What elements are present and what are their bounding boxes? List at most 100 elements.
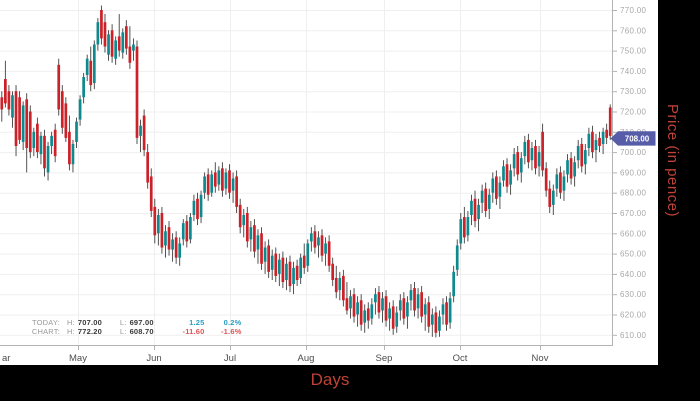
candle[interactable] xyxy=(424,304,427,314)
candle[interactable] xyxy=(185,221,188,241)
candle[interactable] xyxy=(253,225,256,251)
candle[interactable] xyxy=(513,154,516,168)
candle[interactable] xyxy=(406,302,409,316)
candle[interactable] xyxy=(534,146,537,168)
candle[interactable] xyxy=(438,317,441,331)
candle[interactable] xyxy=(111,30,114,56)
candle[interactable] xyxy=(196,199,199,219)
candle[interactable] xyxy=(282,258,285,282)
candle[interactable] xyxy=(168,227,171,249)
candle[interactable] xyxy=(207,174,210,194)
candle[interactable] xyxy=(242,215,245,225)
candle[interactable] xyxy=(153,207,156,235)
candle[interactable] xyxy=(43,136,46,168)
candle[interactable] xyxy=(100,10,103,38)
candle[interactable] xyxy=(8,91,11,109)
candle[interactable] xyxy=(203,176,206,192)
candle[interactable] xyxy=(470,201,473,215)
candle[interactable] xyxy=(50,136,53,146)
candle[interactable] xyxy=(456,245,459,269)
candle[interactable] xyxy=(502,166,505,180)
candle[interactable] xyxy=(442,304,445,314)
candle[interactable] xyxy=(32,132,35,148)
candle[interactable] xyxy=(484,189,487,211)
candle[interactable] xyxy=(566,160,569,174)
candle[interactable] xyxy=(225,172,228,188)
candle[interactable] xyxy=(132,45,135,51)
candle[interactable] xyxy=(395,312,398,326)
candle[interactable] xyxy=(595,140,598,150)
candle[interactable] xyxy=(463,217,466,237)
candlestick-chart[interactable]: 610.00620.00630.00640.00650.00660.00670.… xyxy=(0,0,700,401)
candle[interactable] xyxy=(89,61,92,85)
candle[interactable] xyxy=(541,132,544,171)
candle[interactable] xyxy=(267,245,270,271)
candle[interactable] xyxy=(413,288,416,310)
candle[interactable] xyxy=(516,152,519,174)
candle[interactable] xyxy=(285,264,288,280)
candle[interactable] xyxy=(449,298,452,322)
candle[interactable] xyxy=(477,205,480,219)
candle[interactable] xyxy=(86,59,89,75)
candle[interactable] xyxy=(427,302,430,326)
candle[interactable] xyxy=(64,103,67,138)
candle[interactable] xyxy=(36,124,39,152)
candle[interactable] xyxy=(47,146,50,172)
candle[interactable] xyxy=(57,65,60,110)
candle[interactable] xyxy=(299,258,302,278)
candle[interactable] xyxy=(481,191,484,203)
candle[interactable] xyxy=(11,95,14,117)
candle[interactable] xyxy=(314,231,317,247)
candle[interactable] xyxy=(214,172,217,186)
candle[interactable] xyxy=(363,310,366,322)
candle[interactable] xyxy=(420,292,423,316)
candle[interactable] xyxy=(146,152,149,182)
candle[interactable] xyxy=(527,140,530,162)
candle[interactable] xyxy=(232,178,235,190)
candle[interactable] xyxy=(342,276,345,300)
candle[interactable] xyxy=(260,233,263,263)
candle[interactable] xyxy=(68,132,71,164)
candle[interactable] xyxy=(114,40,117,58)
candle[interactable] xyxy=(250,227,253,239)
candle[interactable] xyxy=(410,290,413,300)
candle[interactable] xyxy=(189,217,192,239)
candle[interactable] xyxy=(317,237,320,245)
candle[interactable] xyxy=(324,243,327,253)
candle[interactable] xyxy=(559,172,562,192)
candle[interactable] xyxy=(488,195,491,209)
candle[interactable] xyxy=(107,34,110,54)
candle[interactable] xyxy=(509,170,512,184)
candle[interactable] xyxy=(370,304,373,318)
candle[interactable] xyxy=(129,47,132,63)
candle[interactable] xyxy=(278,260,281,274)
candle[interactable] xyxy=(385,296,388,320)
candle[interactable] xyxy=(598,138,601,146)
candle[interactable] xyxy=(54,130,57,156)
candle[interactable] xyxy=(399,300,402,310)
candle[interactable] xyxy=(40,136,43,154)
candle[interactable] xyxy=(200,195,203,217)
candle[interactable] xyxy=(139,126,142,136)
candle[interactable] xyxy=(495,176,498,198)
candle[interactable] xyxy=(577,146,580,160)
candle[interactable] xyxy=(403,298,406,318)
candle[interactable] xyxy=(459,219,462,243)
candle[interactable] xyxy=(264,248,267,262)
candle[interactable] xyxy=(4,79,7,103)
candle[interactable] xyxy=(335,278,338,292)
candle[interactable] xyxy=(292,268,295,284)
candle[interactable] xyxy=(467,217,470,235)
candle[interactable] xyxy=(552,191,555,205)
candle[interactable] xyxy=(193,201,196,215)
candle[interactable] xyxy=(331,264,334,280)
candle[interactable] xyxy=(353,294,356,316)
candle[interactable] xyxy=(161,213,164,248)
candle[interactable] xyxy=(289,262,292,286)
candle[interactable] xyxy=(150,176,153,211)
candle[interactable] xyxy=(257,235,260,249)
candle[interactable] xyxy=(356,302,359,314)
candle[interactable] xyxy=(79,99,82,119)
candle[interactable] xyxy=(274,254,277,276)
candle[interactable] xyxy=(378,292,381,312)
